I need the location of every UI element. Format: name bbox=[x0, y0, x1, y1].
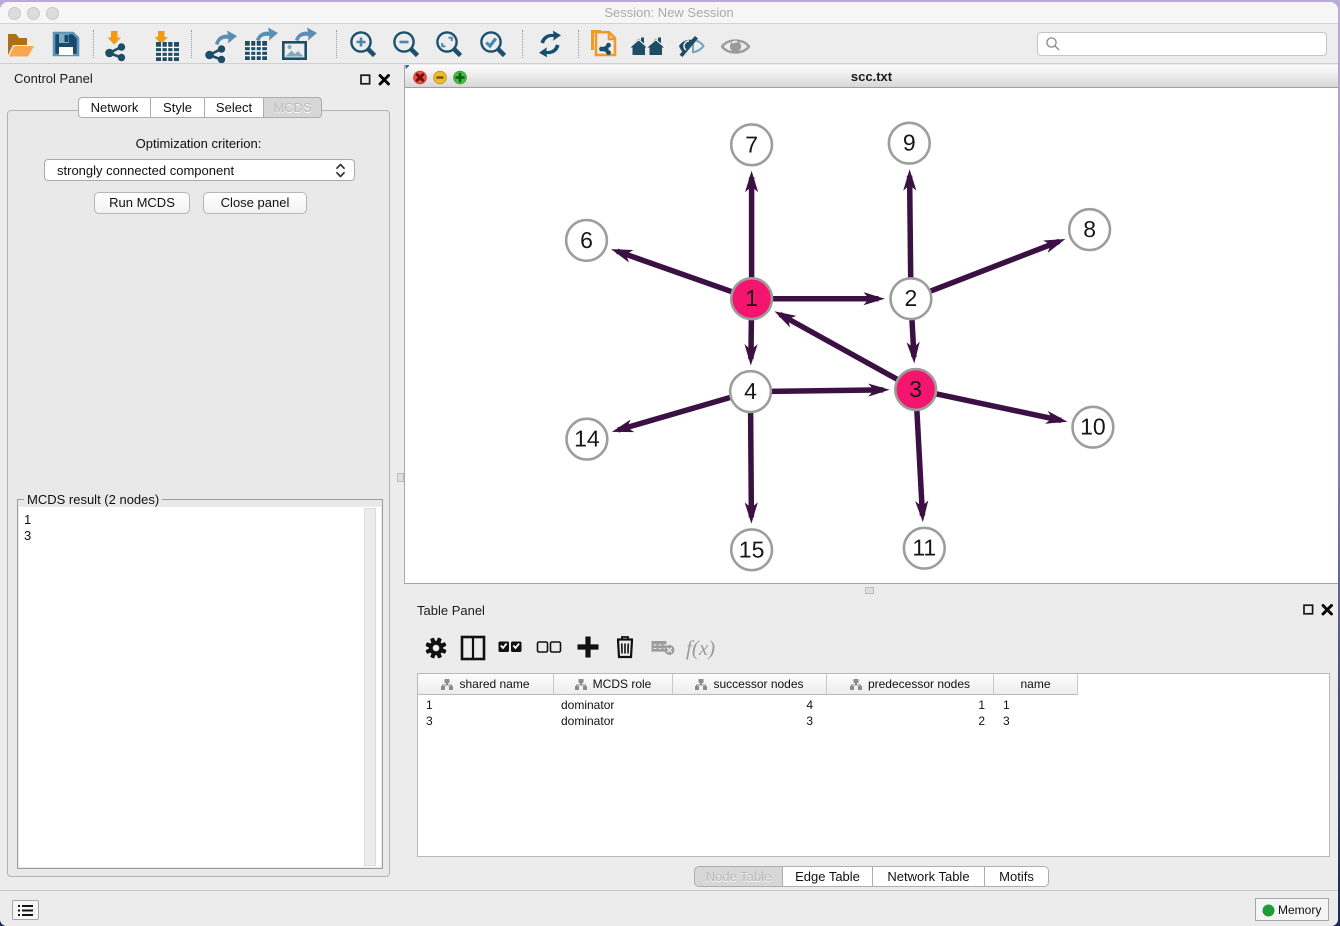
svg-text:7: 7 bbox=[745, 131, 758, 157]
svg-text:11: 11 bbox=[912, 535, 936, 561]
svg-text:2: 2 bbox=[905, 285, 918, 311]
svg-text:14: 14 bbox=[574, 426, 600, 452]
svg-text:3: 3 bbox=[909, 376, 922, 402]
svg-text:10: 10 bbox=[1080, 414, 1106, 440]
svg-text:6: 6 bbox=[580, 227, 593, 253]
svg-text:9: 9 bbox=[903, 130, 916, 156]
svg-text:15: 15 bbox=[739, 536, 765, 562]
svg-text:1: 1 bbox=[745, 285, 758, 311]
svg-text:8: 8 bbox=[1083, 216, 1096, 242]
svg-text:f(x): f(x) bbox=[686, 636, 715, 660]
svg-text:4: 4 bbox=[744, 378, 757, 404]
